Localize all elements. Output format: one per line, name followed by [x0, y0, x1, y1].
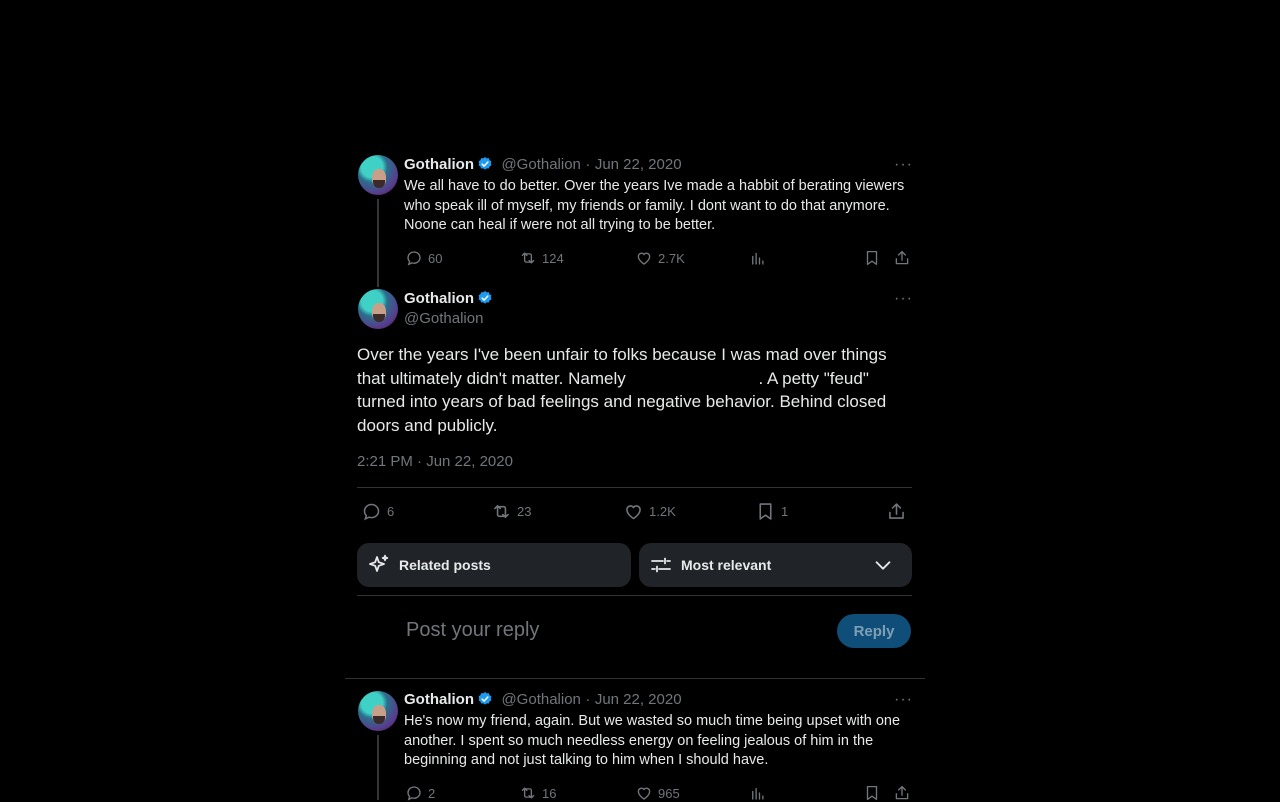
tweet-header: Gothalion @Gothalion · Jun 22, 2020: [404, 691, 682, 709]
avatar-beard: [373, 180, 385, 188]
thread-connector-line: [377, 735, 379, 800]
tweet-header: Gothalion @Gothalion · Jun 22, 2020: [404, 156, 682, 174]
bookmark-count: 1: [781, 504, 789, 519]
avatar-beard: [373, 716, 385, 724]
repost-count: 23: [517, 504, 532, 519]
sort-label: Most relevant: [681, 557, 772, 573]
views-action[interactable]: [749, 784, 767, 802]
avatar[interactable]: [358, 691, 398, 731]
verified-badge-icon: [478, 291, 492, 304]
related-posts-label: Related posts: [399, 557, 491, 573]
separator-dot: ·: [585, 156, 591, 173]
repost-count: 16: [542, 785, 557, 801]
share-icon: [895, 785, 909, 800]
share-action[interactable]: [886, 501, 907, 522]
heart-icon: [637, 252, 651, 265]
repost-action[interactable]: 124: [519, 249, 564, 267]
like-count: 1.2K: [649, 504, 676, 519]
more-options-button[interactable]: ···: [894, 156, 913, 174]
more-options-button[interactable]: ···: [894, 290, 913, 308]
reply-action[interactable]: 60: [405, 249, 442, 267]
avatar[interactable]: [358, 155, 398, 195]
sort-replies-dropdown[interactable]: Most relevant: [639, 543, 912, 587]
reply-action[interactable]: 2: [405, 784, 435, 802]
sliders-icon: [651, 557, 671, 573]
views-action[interactable]: [749, 249, 767, 267]
author-name[interactable]: Gothalion: [404, 290, 474, 307]
reply-count: 2: [428, 785, 436, 801]
verified-badge-icon: [478, 157, 492, 170]
share-icon: [895, 250, 909, 265]
analytics-icon: [752, 787, 764, 800]
avatar-beard: [373, 314, 385, 322]
tweet-text: We all have to do better. Over the years…: [404, 178, 905, 233]
reply-action[interactable]: 6: [361, 501, 394, 522]
separator-dot: ·: [585, 691, 591, 708]
divider: [357, 595, 912, 596]
reply-input[interactable]: Post your reply: [406, 619, 539, 642]
main-post-header: Gothalion: [404, 290, 493, 308]
post-timestamp[interactable]: 2:21 PM · Jun 22, 2020: [357, 453, 513, 470]
chevron-down-icon: [875, 561, 891, 570]
verified-badge-icon: [478, 692, 492, 705]
related-posts-button[interactable]: Related posts: [357, 543, 631, 587]
bookmark-icon: [866, 250, 878, 266]
post-date[interactable]: Jun 22, 2020: [595, 156, 682, 173]
reply-icon: [407, 786, 421, 801]
share-action[interactable]: [893, 249, 911, 267]
like-action[interactable]: 965: [635, 784, 680, 802]
share-action[interactable]: [893, 784, 911, 802]
like-action[interactable]: 2.7K: [635, 249, 685, 267]
main-post-text: Over the years I've been unfair to folks…: [357, 343, 902, 437]
author-name[interactable]: Gothalion: [404, 691, 474, 708]
share-icon: [889, 503, 904, 519]
repost-action[interactable]: 16: [519, 784, 556, 802]
reply-count: 60: [428, 250, 443, 266]
reply-count: 6: [387, 504, 395, 519]
repost-icon: [521, 787, 535, 799]
heart-icon: [626, 505, 641, 520]
divider: [345, 678, 925, 679]
reply-icon: [363, 503, 380, 521]
repost-icon: [494, 505, 509, 518]
reply-button[interactable]: Reply: [837, 614, 911, 648]
bookmark-action[interactable]: [863, 249, 881, 267]
more-options-button[interactable]: ···: [894, 691, 913, 709]
author-handle[interactable]: @Gothalion: [501, 156, 580, 173]
bookmark-icon: [866, 785, 878, 801]
tweet-text: He's now my friend, again. But we wasted…: [404, 713, 901, 768]
post-date[interactable]: Jun 22, 2020: [595, 691, 682, 708]
bookmark-icon: [759, 503, 772, 520]
sparkle-icon: [369, 554, 389, 572]
bookmark-action[interactable]: [863, 784, 881, 802]
repost-action[interactable]: 23: [491, 501, 531, 522]
like-action[interactable]: 1.2K: [623, 501, 676, 522]
thread-connector-line: [377, 199, 379, 287]
author-handle[interactable]: @Gothalion: [404, 310, 483, 327]
bookmark-action[interactable]: 1: [755, 501, 788, 522]
like-count: 2.7K: [658, 250, 685, 266]
author-handle[interactable]: @Gothalion: [501, 691, 580, 708]
post-thread-column: Gothalion @Gothalion · Jun 22, 2020 ··· …: [345, 0, 925, 802]
like-count: 965: [658, 785, 680, 801]
divider: [357, 487, 912, 488]
reply-icon: [407, 251, 421, 266]
avatar[interactable]: [358, 289, 398, 329]
heart-icon: [637, 787, 651, 800]
repost-count: 124: [542, 250, 564, 266]
repost-icon: [521, 252, 535, 264]
analytics-icon: [752, 252, 764, 265]
author-name[interactable]: Gothalion: [404, 156, 474, 173]
